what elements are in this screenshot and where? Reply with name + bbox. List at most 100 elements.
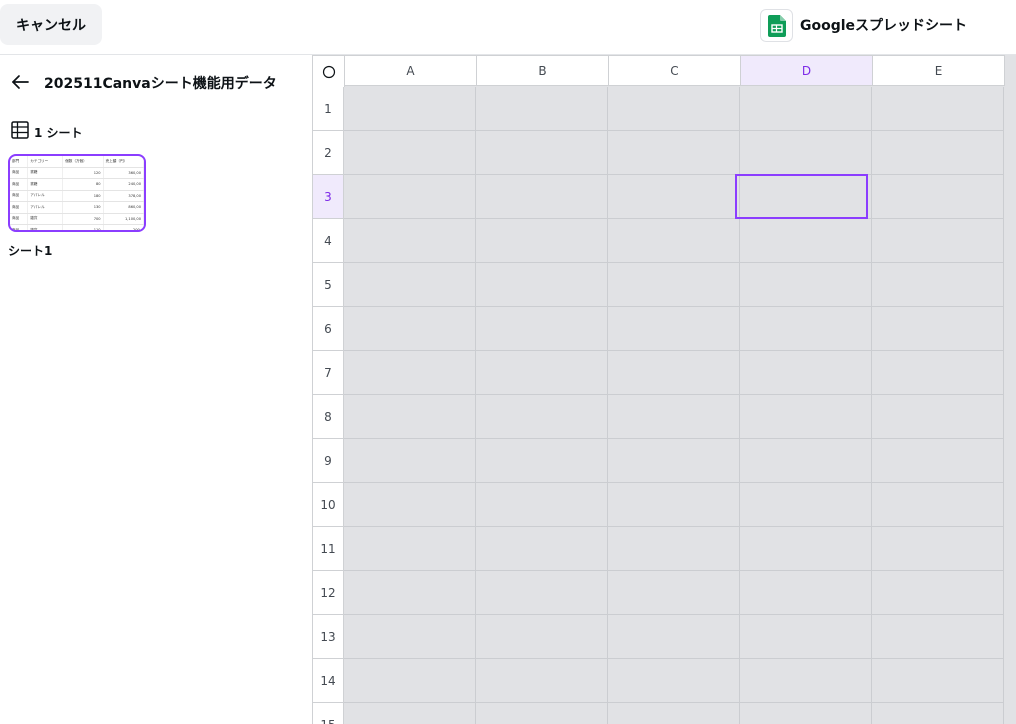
row-header-12[interactable]: 12 bbox=[312, 571, 344, 615]
column-header-b[interactable]: B bbox=[476, 55, 609, 86]
active-cell-selection[interactable] bbox=[735, 174, 868, 219]
cell-b12[interactable] bbox=[476, 571, 608, 615]
cell-b10[interactable] bbox=[476, 483, 608, 527]
cell-a2[interactable] bbox=[344, 131, 476, 175]
cell-d14[interactable] bbox=[740, 659, 872, 703]
cell-a5[interactable] bbox=[344, 263, 476, 307]
cell-e3[interactable] bbox=[872, 175, 1004, 219]
cell-c12[interactable] bbox=[608, 571, 740, 615]
cell-d13[interactable] bbox=[740, 615, 872, 659]
cell-c1[interactable] bbox=[608, 87, 740, 131]
select-all-circle-icon[interactable] bbox=[312, 55, 345, 88]
cell-e12[interactable] bbox=[872, 571, 1004, 615]
cell-d7[interactable] bbox=[740, 351, 872, 395]
cell-a3[interactable] bbox=[344, 175, 476, 219]
cell-c10[interactable] bbox=[608, 483, 740, 527]
cell-e1[interactable] bbox=[872, 87, 1004, 131]
cell-e5[interactable] bbox=[872, 263, 1004, 307]
row-header-14[interactable]: 14 bbox=[312, 659, 344, 703]
cell-b6[interactable] bbox=[476, 307, 608, 351]
cell-e6[interactable] bbox=[872, 307, 1004, 351]
column-header-e[interactable]: E bbox=[872, 55, 1005, 86]
row-header-6[interactable]: 6 bbox=[312, 307, 344, 351]
sheet-name[interactable]: シート1 bbox=[8, 242, 52, 259]
cell-d15[interactable] bbox=[740, 703, 872, 724]
spreadsheet-grid[interactable]: ABCDE123456789101112131415 bbox=[312, 55, 1016, 724]
row-header-10[interactable]: 10 bbox=[312, 483, 344, 527]
cell-d5[interactable] bbox=[740, 263, 872, 307]
cell-a4[interactable] bbox=[344, 219, 476, 263]
cell-d2[interactable] bbox=[740, 131, 872, 175]
cell-c13[interactable] bbox=[608, 615, 740, 659]
cell-c15[interactable] bbox=[608, 703, 740, 724]
cell-a8[interactable] bbox=[344, 395, 476, 439]
row-header-11[interactable]: 11 bbox=[312, 527, 344, 571]
row-header-15[interactable]: 15 bbox=[312, 703, 344, 724]
cell-a6[interactable] bbox=[344, 307, 476, 351]
cell-d11[interactable] bbox=[740, 527, 872, 571]
cell-e7[interactable] bbox=[872, 351, 1004, 395]
cell-a12[interactable] bbox=[344, 571, 476, 615]
row-header-13[interactable]: 13 bbox=[312, 615, 344, 659]
cell-d4[interactable] bbox=[740, 219, 872, 263]
cell-b11[interactable] bbox=[476, 527, 608, 571]
cell-b4[interactable] bbox=[476, 219, 608, 263]
cell-c8[interactable] bbox=[608, 395, 740, 439]
row-header-7[interactable]: 7 bbox=[312, 351, 344, 395]
cell-c4[interactable] bbox=[608, 219, 740, 263]
cell-a10[interactable] bbox=[344, 483, 476, 527]
cell-b15[interactable] bbox=[476, 703, 608, 724]
cell-b5[interactable] bbox=[476, 263, 608, 307]
cell-b1[interactable] bbox=[476, 87, 608, 131]
cancel-button[interactable]: キャンセル bbox=[0, 4, 102, 45]
cell-d8[interactable] bbox=[740, 395, 872, 439]
row-header-2[interactable]: 2 bbox=[312, 131, 344, 175]
cell-d9[interactable] bbox=[740, 439, 872, 483]
cell-d6[interactable] bbox=[740, 307, 872, 351]
cell-b7[interactable] bbox=[476, 351, 608, 395]
cell-e14[interactable] bbox=[872, 659, 1004, 703]
cell-e2[interactable] bbox=[872, 131, 1004, 175]
cell-c5[interactable] bbox=[608, 263, 740, 307]
cell-e8[interactable] bbox=[872, 395, 1004, 439]
cell-d12[interactable] bbox=[740, 571, 872, 615]
cell-c11[interactable] bbox=[608, 527, 740, 571]
column-header-d[interactable]: D bbox=[740, 55, 873, 86]
cell-a15[interactable] bbox=[344, 703, 476, 724]
cell-d1[interactable] bbox=[740, 87, 872, 131]
cell-c6[interactable] bbox=[608, 307, 740, 351]
cell-a7[interactable] bbox=[344, 351, 476, 395]
arrow-left-icon[interactable] bbox=[9, 71, 31, 93]
cell-c3[interactable] bbox=[608, 175, 740, 219]
column-header-a[interactable]: A bbox=[344, 55, 477, 86]
column-header-c[interactable]: C bbox=[608, 55, 741, 86]
cell-c9[interactable] bbox=[608, 439, 740, 483]
row-header-5[interactable]: 5 bbox=[312, 263, 344, 307]
cell-b13[interactable] bbox=[476, 615, 608, 659]
row-header-3[interactable]: 3 bbox=[312, 175, 344, 219]
cell-b14[interactable] bbox=[476, 659, 608, 703]
row-header-9[interactable]: 9 bbox=[312, 439, 344, 483]
sheet-thumbnail[interactable]: 部門 カテゴリー 個数（万個） 売上額（円） 商品 書籍 120 360,00 商品 書籍 80 24… bbox=[8, 154, 146, 232]
cell-c7[interactable] bbox=[608, 351, 740, 395]
cell-b9[interactable] bbox=[476, 439, 608, 483]
cell-e13[interactable] bbox=[872, 615, 1004, 659]
cell-e9[interactable] bbox=[872, 439, 1004, 483]
cell-b8[interactable] bbox=[476, 395, 608, 439]
cell-b3[interactable] bbox=[476, 175, 608, 219]
cell-e11[interactable] bbox=[872, 527, 1004, 571]
cell-a9[interactable] bbox=[344, 439, 476, 483]
cell-c2[interactable] bbox=[608, 131, 740, 175]
cell-b2[interactable] bbox=[476, 131, 608, 175]
row-header-8[interactable]: 8 bbox=[312, 395, 344, 439]
cell-e15[interactable] bbox=[872, 703, 1004, 724]
cell-a14[interactable] bbox=[344, 659, 476, 703]
cell-d10[interactable] bbox=[740, 483, 872, 527]
row-header-1[interactable]: 1 bbox=[312, 87, 344, 131]
cell-e4[interactable] bbox=[872, 219, 1004, 263]
row-header-4[interactable]: 4 bbox=[312, 219, 344, 263]
cell-a1[interactable] bbox=[344, 87, 476, 131]
cell-a11[interactable] bbox=[344, 527, 476, 571]
cell-c14[interactable] bbox=[608, 659, 740, 703]
cell-a13[interactable] bbox=[344, 615, 476, 659]
